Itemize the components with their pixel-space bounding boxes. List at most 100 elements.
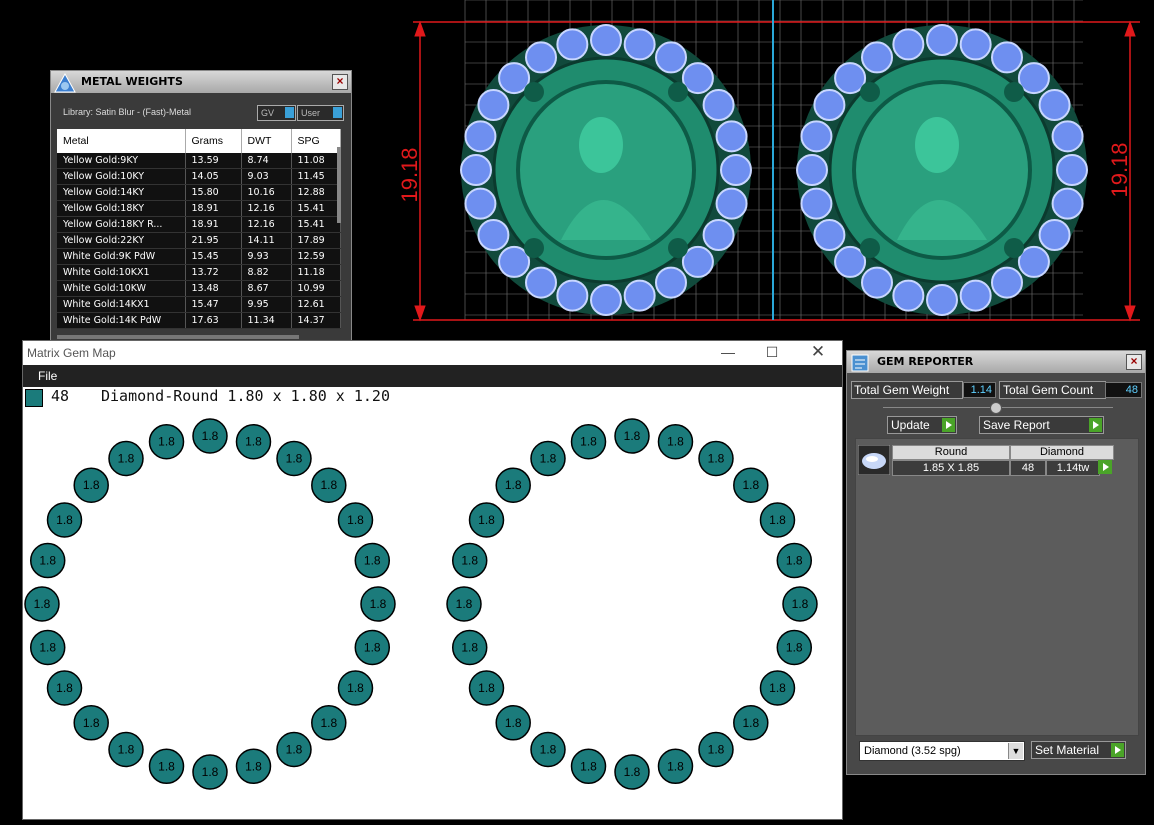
horizontal-scrollbar[interactable] — [57, 335, 299, 339]
gem-marker[interactable]: 1.8 — [148, 423, 185, 460]
table-row[interactable]: Yellow Gold:10KY 14.05 9.03 11.45 — [57, 168, 341, 185]
column-header[interactable]: Metal — [57, 129, 186, 153]
gem-marker[interactable]: 1.8 — [446, 586, 482, 622]
gem-marker[interactable]: 1.8 — [276, 731, 312, 768]
gem-marker[interactable]: 1.8 — [46, 670, 83, 706]
gem-marker[interactable]: 1.8 — [782, 586, 818, 622]
gem-marker[interactable]: 1.8 — [192, 418, 228, 454]
table-row[interactable]: Yellow Gold:9KY 13.59 8.74 11.08 — [57, 153, 341, 169]
gem-size-label: 1.8 — [245, 759, 262, 773]
gem-marker[interactable]: 1.8 — [759, 502, 796, 538]
gem-marker[interactable]: 1.8 — [46, 502, 83, 538]
metal-weights-table: Metal Grams DWT SPG Yellow Gold:9KY 13.59 8.7… — [57, 129, 341, 329]
table-cell: 8.82 — [241, 264, 292, 281]
minimize-icon[interactable]: — — [706, 341, 750, 365]
column-header[interactable]: DWT — [241, 129, 292, 153]
close-icon[interactable]: × — [332, 74, 348, 90]
gem-marker[interactable]: 1.8 — [192, 754, 228, 790]
table-row[interactable]: Yellow Gold:22KY 21.95 14.11 17.89 — [57, 232, 341, 249]
metal-weights-titlebar[interactable]: METAL WEIGHTS × — [51, 71, 351, 93]
close-icon[interactable]: × — [1126, 354, 1142, 370]
gem-marker[interactable]: 1.8 — [530, 440, 566, 477]
gem-marker[interactable]: 1.8 — [614, 754, 650, 790]
stone — [720, 154, 752, 186]
column-header[interactable]: Grams — [185, 129, 242, 153]
table-cell: White Gold:10KW — [57, 280, 186, 297]
gem-marker[interactable]: 1.8 — [73, 467, 109, 503]
gem-reporter-titlebar[interactable]: GEM REPORTER × — [847, 351, 1145, 373]
gem-marker[interactable]: 1.8 — [733, 705, 769, 741]
gem-marker[interactable]: 1.8 — [759, 670, 796, 706]
table-row[interactable]: White Gold:9K PdW 15.45 9.93 12.59 — [57, 248, 341, 265]
vertical-scrollbar[interactable] — [337, 147, 341, 223]
gem-marker[interactable]: 1.8 — [29, 629, 66, 666]
splitter-knob-icon[interactable] — [990, 402, 1002, 414]
gem-marker[interactable]: 1.8 — [657, 748, 694, 785]
table-row[interactable]: White Gold:14KX1 15.47 9.95 12.61 — [57, 296, 341, 313]
table-row[interactable]: White Gold:10KX1 13.72 8.82 11.18 — [57, 264, 341, 281]
gem-marker[interactable]: 1.8 — [451, 542, 488, 579]
table-row[interactable]: Yellow Gold:18KY R... 18.91 12.16 15.41 — [57, 216, 341, 233]
gem-map-titlebar[interactable]: Matrix Gem Map — ☐ ✕ — [23, 341, 842, 365]
gem-marker[interactable]: 1.8 — [495, 467, 531, 503]
gem-marker[interactable]: 1.8 — [311, 467, 347, 503]
stone — [1017, 62, 1050, 95]
gv-dropdown[interactable]: GV — [257, 105, 296, 121]
menu-file[interactable]: File — [38, 369, 57, 383]
earring-2[interactable] — [796, 24, 1088, 316]
gem-marker[interactable]: 1.8 — [468, 502, 505, 538]
close-icon[interactable]: ✕ — [796, 341, 840, 365]
gem-ring-1: 1.8 1.8 1.8 1.8 1.8 1.8 1.8 1.8 1.8 1.8 1.8 1.8 1.8 1… — [24, 418, 396, 790]
maximize-icon[interactable]: ☐ — [750, 341, 794, 365]
gem-marker[interactable]: 1.8 — [570, 748, 607, 785]
gem-marker[interactable]: 1.8 — [354, 629, 391, 666]
gem-marker[interactable]: 1.8 — [698, 440, 734, 477]
gem-marker[interactable]: 1.8 — [235, 748, 272, 785]
gem-marker[interactable]: 1.8 — [108, 440, 144, 477]
gem-size-label: 1.8 — [34, 597, 51, 611]
gem-marker[interactable]: 1.8 — [733, 467, 769, 503]
gem-marker[interactable]: 1.8 — [73, 705, 109, 741]
gem-marker[interactable]: 1.8 — [495, 705, 531, 741]
gem-marker[interactable]: 1.8 — [29, 542, 66, 579]
gem-marker[interactable]: 1.8 — [776, 629, 813, 666]
gem-marker[interactable]: 1.8 — [148, 748, 185, 785]
table-row[interactable]: White Gold:10KW 13.48 8.67 10.99 — [57, 280, 341, 297]
table-row[interactable]: Yellow Gold:18KY 18.91 12.16 15.41 — [57, 200, 341, 217]
save-report-button[interactable]: Save Report — [979, 416, 1104, 434]
stone — [834, 245, 867, 278]
material-dropdown[interactable]: Diamond (3.52 spg) ▼ — [859, 741, 1025, 761]
table-cell: 13.48 — [185, 280, 242, 297]
gem-marker[interactable]: 1.8 — [337, 670, 374, 706]
row-play-button[interactable] — [1098, 460, 1112, 474]
gem-marker[interactable]: 1.8 — [354, 542, 391, 579]
gem-marker[interactable]: 1.8 — [24, 586, 60, 622]
gem-marker[interactable]: 1.8 — [235, 423, 272, 460]
gem-marker[interactable]: 1.8 — [276, 440, 312, 477]
gem-size-label: 1.8 — [320, 716, 337, 730]
gem-marker[interactable]: 1.8 — [468, 670, 505, 706]
gem-marker[interactable]: 1.8 — [570, 423, 607, 460]
gem-marker[interactable]: 1.8 — [451, 629, 488, 666]
user-dropdown[interactable]: User — [297, 105, 344, 121]
column-header[interactable]: SPG — [291, 129, 341, 153]
table-row[interactable]: Yellow Gold:14KY 15.80 10.16 12.88 — [57, 184, 341, 201]
table-header-row: Metal Grams DWT SPG — [57, 129, 341, 153]
gem-map-canvas[interactable]: 1.8 1.8 1.8 1.8 1.8 1.8 1.8 1.8 1.8 1.8 1.8 1.8 1.8 1… — [23, 407, 840, 817]
gem-marker[interactable]: 1.8 — [530, 731, 566, 768]
earring-1[interactable] — [460, 24, 752, 316]
gem-marker[interactable]: 1.8 — [657, 423, 694, 460]
gem-marker[interactable]: 1.8 — [311, 705, 347, 741]
total-gem-count-value: 48 — [1105, 382, 1142, 398]
stone — [556, 279, 589, 312]
gem-marker[interactable]: 1.8 — [698, 731, 734, 768]
gem-marker[interactable]: 1.8 — [108, 731, 144, 768]
table-row[interactable]: White Gold:14K PdW 17.63 11.34 14.37 — [57, 312, 341, 329]
gem-marker[interactable]: 1.8 — [337, 502, 374, 538]
gem-marker[interactable]: 1.8 — [614, 418, 650, 454]
set-material-button[interactable]: Set Material — [1031, 741, 1126, 759]
gem-reporter-panel: GEM REPORTER × Total Gem Weight 1.14 Tot… — [846, 350, 1146, 775]
gem-marker[interactable]: 1.8 — [776, 542, 813, 579]
update-button[interactable]: Update — [887, 416, 957, 434]
gem-marker[interactable]: 1.8 — [360, 586, 396, 622]
